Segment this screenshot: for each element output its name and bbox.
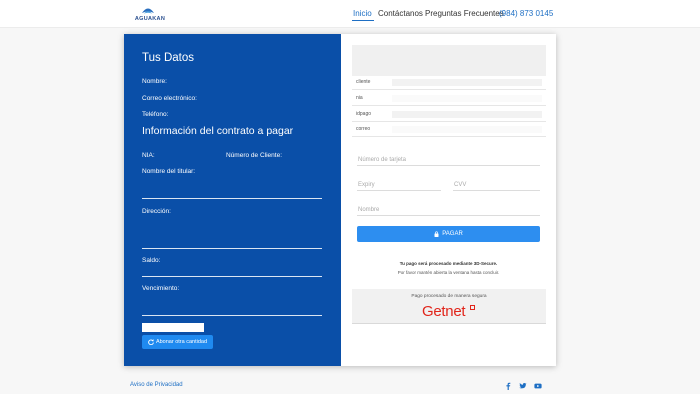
- pagar-button-label: PAGAR: [442, 231, 463, 237]
- expiry-underline: [357, 190, 441, 191]
- vencimiento-underline: [142, 315, 322, 316]
- 3d-secure-note: Tu pago será procesado mediante 3D-Secur…: [399, 261, 498, 266]
- nav-phone[interactable]: (984) 873 0145: [499, 9, 553, 18]
- refresh-icon: [148, 339, 154, 345]
- active-nav-underline: [352, 20, 374, 21]
- row-correo-label: correo: [356, 126, 371, 132]
- cardholder-name-underline: [357, 215, 540, 216]
- row-nia: nia: [352, 92, 546, 106]
- correo-label: Correo electrónico:: [142, 95, 197, 102]
- row-nia-value: [392, 95, 542, 102]
- secure-payment-box: Pago procesado de manera segura Getnet: [352, 289, 546, 323]
- row-divider: [352, 121, 546, 122]
- main-nav: Inicio Contáctanos Preguntas Frecuentes …: [0, 9, 700, 23]
- summary-box: [352, 45, 546, 76]
- card-number-underline: [357, 165, 540, 166]
- titular-underline: [142, 198, 322, 199]
- cardholder-name-input[interactable]: Nombre: [358, 207, 379, 213]
- direccion-underline: [142, 248, 322, 249]
- keep-window-open-note: Por favor mantén abierta la ventana hast…: [397, 270, 500, 275]
- getnet-logo: Getnet: [422, 303, 466, 320]
- row-cliente: cliente: [352, 76, 546, 90]
- secure-box-divider: [352, 323, 546, 324]
- facebook-icon[interactable]: [504, 382, 512, 390]
- cvv-underline: [453, 190, 540, 191]
- payment-form-panel: cliente nia idpago correo Número de tarj…: [341, 34, 556, 366]
- cvv-input[interactable]: CVV: [454, 182, 466, 188]
- row-correo: correo: [352, 123, 546, 137]
- datos-title: Tus Datos: [142, 52, 194, 64]
- saldo-underline: [142, 276, 322, 277]
- expiry-input[interactable]: Expiry: [358, 182, 375, 188]
- row-divider: [352, 136, 546, 137]
- direccion-label: Dirección:: [142, 208, 171, 215]
- site-header: AGUAKAN Inicio Contáctanos Preguntas Fre…: [0, 0, 700, 28]
- nav-preguntas-frecuentes[interactable]: Preguntas Frecuentes: [425, 9, 504, 18]
- contract-info-panel: Tus Datos Nombre: Correo electrónico: Te…: [124, 34, 341, 366]
- titular-label: Nombre del titular:: [142, 168, 196, 175]
- pagar-button[interactable]: PAGAR: [357, 226, 540, 242]
- vencimiento-label: Vencimiento:: [142, 285, 180, 292]
- abonar-button-label: Abonar otra cantidad: [155, 339, 208, 345]
- privacy-link[interactable]: Aviso de Privacidad: [130, 382, 183, 388]
- payment-card: Tus Datos Nombre: Correo electrónico: Te…: [124, 34, 556, 366]
- secure-payment-text: Pago procesado de manera segura: [411, 294, 487, 299]
- row-correo-value: [392, 126, 542, 133]
- nombre-label: Nombre:: [142, 78, 167, 85]
- amount-input[interactable]: [142, 323, 204, 332]
- row-divider: [352, 89, 546, 90]
- nia-label: NIA:: [142, 152, 155, 159]
- lock-icon: [434, 231, 439, 237]
- row-cliente-label: cliente: [356, 79, 371, 85]
- twitter-icon[interactable]: [519, 382, 527, 390]
- nav-contactanos[interactable]: Contáctanos: [378, 9, 423, 18]
- row-idpago: idpago: [352, 108, 546, 122]
- getnet-mark-icon: [470, 305, 475, 310]
- cliente-label: Número de Cliente:: [226, 152, 282, 159]
- abonar-otra-cantidad-button[interactable]: Abonar otra cantidad: [142, 335, 213, 349]
- row-divider: [352, 105, 546, 106]
- row-nia-label: nia: [356, 95, 363, 101]
- youtube-icon[interactable]: [534, 382, 542, 390]
- telefono-label: Teléfono:: [142, 111, 169, 118]
- contrato-title: Información del contrato a pagar: [142, 125, 294, 137]
- row-idpago-value: [392, 111, 542, 118]
- saldo-label: Saldo:: [142, 257, 161, 264]
- card-number-input[interactable]: Número de tarjeta: [358, 157, 406, 163]
- row-cliente-value: [392, 79, 542, 86]
- nav-inicio[interactable]: Inicio: [353, 9, 372, 18]
- row-idpago-label: idpago: [356, 111, 372, 117]
